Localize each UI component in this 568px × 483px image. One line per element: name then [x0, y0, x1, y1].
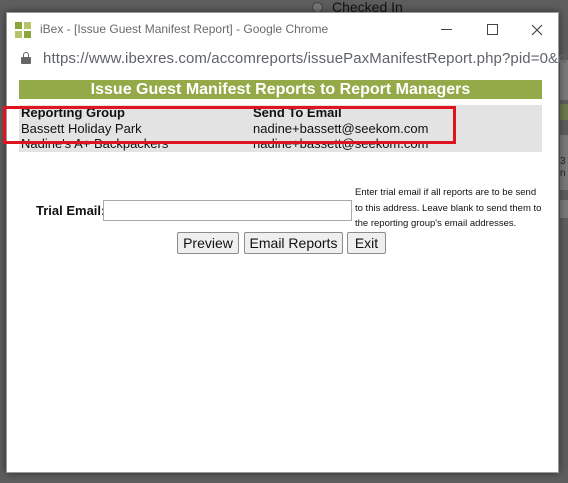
- popup-window: iBex - [Issue Guest Manifest Report] - G…: [6, 12, 568, 473]
- trial-email-help-text: Enter trial email if all reports are to …: [355, 187, 542, 229]
- highlight-annotation: [3, 106, 456, 144]
- background-strip-text: 3: [560, 156, 566, 167]
- close-button[interactable]: [514, 13, 560, 46]
- background-strip-text: n: [560, 168, 566, 179]
- lock-icon[interactable]: [21, 52, 31, 64]
- trial-email-input[interactable]: [103, 200, 352, 221]
- minimize-icon: [440, 29, 452, 30]
- radio-icon[interactable]: [312, 1, 323, 13]
- window-title: iBex - [Issue Guest Manifest Report] - G…: [40, 22, 329, 36]
- close-icon: [531, 24, 543, 35]
- email-reports-button[interactable]: Email Reports: [244, 232, 343, 254]
- background-strip: [560, 200, 568, 218]
- ibex-app-icon: [15, 22, 31, 38]
- maximize-icon: [486, 24, 498, 35]
- preview-button[interactable]: Preview: [177, 232, 239, 254]
- minimize-button[interactable]: [423, 13, 469, 46]
- url-text[interactable]: https://www.ibexres.com/accomreports/iss…: [43, 50, 568, 67]
- title-bar[interactable]: iBex - [Issue Guest Manifest Report] - G…: [7, 13, 558, 46]
- address-bar[interactable]: https://www.ibexres.com/accomreports/iss…: [7, 46, 568, 72]
- background-strip: [560, 104, 568, 120]
- exit-button[interactable]: Exit: [347, 232, 386, 254]
- report-title: Issue Guest Manifest Reports to Report M…: [19, 80, 542, 99]
- trial-email-label: Trial Email:: [36, 203, 106, 218]
- maximize-button[interactable]: [469, 13, 515, 46]
